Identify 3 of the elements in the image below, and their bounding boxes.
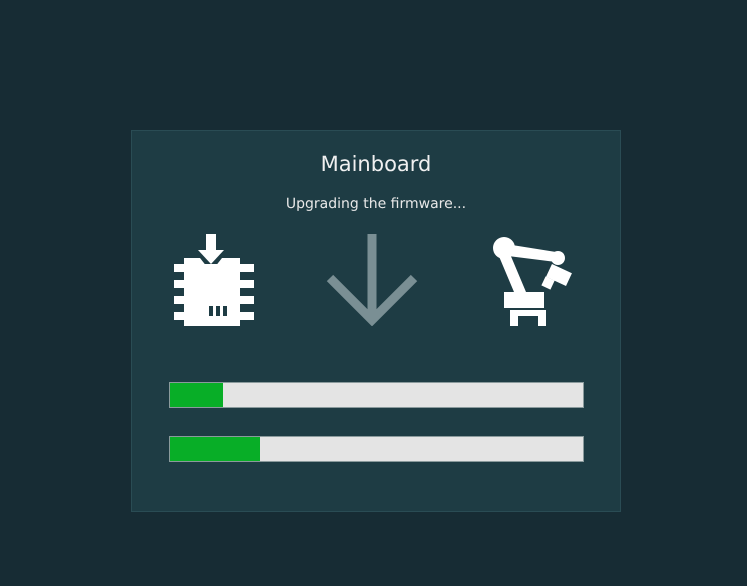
dialog-title: Mainboard [320, 152, 432, 176]
status-message: Upgrading the firmware... [286, 196, 466, 212]
chip-download-icon [174, 234, 254, 326]
